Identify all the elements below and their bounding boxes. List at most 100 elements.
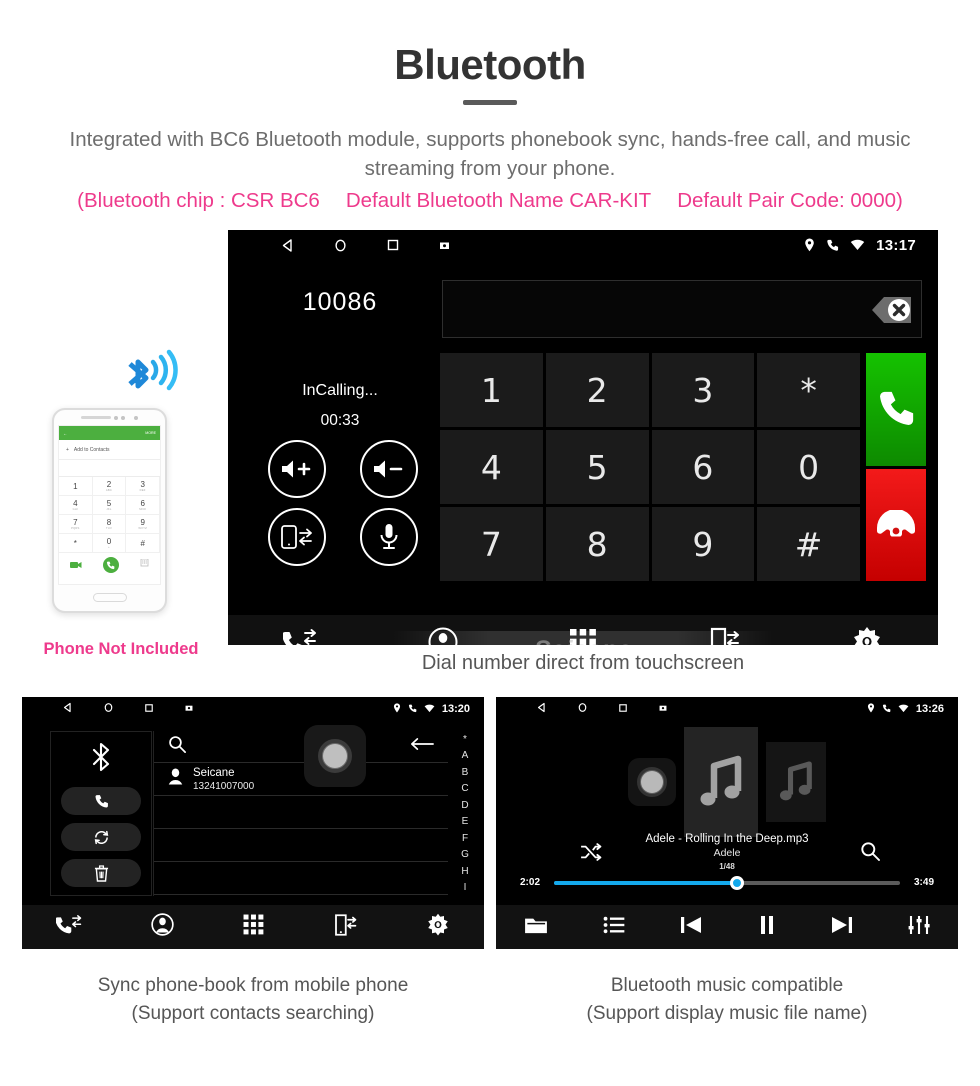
clock: 13:26 xyxy=(915,703,944,715)
bluetooth-icon[interactable] xyxy=(88,742,114,777)
equalizer-icon[interactable] xyxy=(908,915,930,940)
phone-key[interactable]: * xyxy=(59,534,93,553)
contacts-delete-button[interactable] xyxy=(61,859,141,887)
album-art-next[interactable] xyxy=(766,742,826,822)
home-icon[interactable] xyxy=(577,700,588,718)
key-7[interactable]: 7 xyxy=(440,507,543,581)
alpha-index-item[interactable]: I xyxy=(464,882,467,893)
key-4[interactable]: 4 xyxy=(440,430,543,504)
progress-bar[interactable] xyxy=(554,875,900,890)
key-1[interactable]: 1 xyxy=(440,353,543,427)
hangup-button[interactable] xyxy=(866,468,926,581)
phone-key[interactable]: 1 xyxy=(59,477,93,496)
phone-key[interactable]: 7 PQRS xyxy=(59,515,93,534)
phone-key[interactable]: 2 ABC xyxy=(92,477,127,496)
key-2[interactable]: 2 xyxy=(545,353,649,427)
call-button[interactable] xyxy=(866,353,926,466)
phone-number-field[interactable] xyxy=(59,460,160,477)
search-icon[interactable] xyxy=(860,841,880,866)
previous-icon[interactable] xyxy=(680,915,702,940)
phone-key[interactable]: 5 JKL xyxy=(92,496,127,515)
phone-key[interactable]: # xyxy=(126,534,160,553)
recents-icon[interactable] xyxy=(386,238,400,252)
key-star[interactable]: * xyxy=(757,353,860,427)
tab-call-history[interactable] xyxy=(55,914,82,941)
contact-list-item[interactable] xyxy=(154,829,448,862)
key-9[interactable]: 9 xyxy=(651,507,755,581)
volume-down-icon[interactable] xyxy=(360,440,418,498)
playlist-icon[interactable] xyxy=(603,916,625,939)
home-icon[interactable] xyxy=(333,238,348,253)
phone-key[interactable]: 0 + xyxy=(92,534,127,553)
contacts-search-bar[interactable] xyxy=(154,725,448,787)
phone-key[interactable]: 3 DEF xyxy=(126,477,160,496)
key-0[interactable]: 0 xyxy=(757,430,860,504)
screenshot-icon[interactable] xyxy=(438,239,451,252)
phone-key[interactable]: 8 TUV xyxy=(92,515,127,534)
tab-contacts[interactable] xyxy=(428,627,458,645)
alpha-index-item[interactable]: D xyxy=(461,800,468,811)
phone-key[interactable]: 6 MNO xyxy=(126,496,160,515)
album-art-current[interactable] xyxy=(684,727,758,837)
phone-key[interactable]: 9 WXYZ xyxy=(126,515,160,534)
key-8[interactable]: 8 xyxy=(545,507,649,581)
key-3[interactable]: 3 xyxy=(651,353,755,427)
phone-call-button[interactable] xyxy=(102,557,119,573)
phone-add-to-contacts[interactable]: + Add to Contacts xyxy=(59,440,160,460)
phone-keypad[interactable]: 1 2 ABC 3 DEF 4 GHI 5 JKL 6 MNO 7 PQRS 8 TUV 9W… xyxy=(59,477,160,553)
back-arrow-icon[interactable] xyxy=(410,737,434,756)
phone-home-button[interactable] xyxy=(54,585,165,609)
alpha-index-item[interactable]: A xyxy=(462,750,469,761)
tab-keypad[interactable] xyxy=(568,627,598,646)
backspace-delete-icon[interactable] xyxy=(855,290,913,335)
tab-call-history[interactable] xyxy=(282,628,317,645)
alpha-index-item[interactable]: H xyxy=(461,866,468,877)
alpha-index-item[interactable]: C xyxy=(461,783,468,794)
phone-key[interactable]: 4 GHI xyxy=(59,496,93,515)
alpha-index[interactable]: * A B C D E F G H I xyxy=(454,731,476,896)
alpha-index-item[interactable]: E xyxy=(462,816,469,827)
number-input[interactable] xyxy=(442,280,922,338)
contacts-sync-button[interactable] xyxy=(61,823,141,851)
alpha-index-item[interactable]: * xyxy=(463,734,467,745)
tab-phone-link[interactable] xyxy=(708,626,740,645)
tab-contacts[interactable] xyxy=(150,913,174,941)
tab-settings[interactable] xyxy=(426,913,450,942)
contact-list-item[interactable]: Seicane 13241007000 xyxy=(154,763,448,796)
back-icon[interactable] xyxy=(536,700,547,718)
search-icon[interactable] xyxy=(168,735,186,758)
phone-back-icon[interactable]: ← xyxy=(63,431,67,436)
screenshot-icon[interactable] xyxy=(184,700,194,718)
shuffle-icon[interactable] xyxy=(580,843,602,866)
phone-more-button[interactable]: MORE xyxy=(145,431,156,435)
tab-keypad[interactable] xyxy=(242,913,265,941)
recents-icon[interactable] xyxy=(618,700,628,718)
home-icon[interactable] xyxy=(103,700,114,718)
key-hash[interactable]: # xyxy=(757,507,860,581)
tab-phone-link[interactable] xyxy=(333,913,357,942)
back-icon[interactable] xyxy=(280,238,295,253)
phone-keypad-toggle-icon[interactable] xyxy=(140,556,149,574)
dial-keypad[interactable]: 1 2 3 * 4 5 6 0 7 8 9 # xyxy=(440,353,860,581)
transfer-to-phone-icon[interactable] xyxy=(268,508,326,566)
tab-settings[interactable] xyxy=(851,626,883,645)
contact-list-item[interactable] xyxy=(154,862,448,895)
key-6[interactable]: 6 xyxy=(651,430,755,504)
folder-icon[interactable] xyxy=(524,915,548,940)
seek-bar-row[interactable]: 2:02 3:49 xyxy=(496,875,958,890)
key-5[interactable]: 5 xyxy=(545,430,649,504)
video-call-icon[interactable] xyxy=(69,556,82,574)
pause-icon[interactable] xyxy=(758,915,776,940)
screenshot-icon[interactable] xyxy=(658,700,668,718)
microphone-mute-icon[interactable] xyxy=(360,508,418,566)
contacts-call-button[interactable] xyxy=(61,787,141,815)
alpha-index-item[interactable]: G xyxy=(461,849,469,860)
back-icon[interactable] xyxy=(62,700,73,718)
alpha-index-item[interactable]: F xyxy=(462,833,468,844)
contact-list-item[interactable] xyxy=(154,796,448,829)
progress-handle[interactable] xyxy=(730,875,745,890)
alpha-index-item[interactable]: B xyxy=(462,767,469,778)
volume-up-icon[interactable] xyxy=(268,440,326,498)
next-icon[interactable] xyxy=(831,915,853,940)
recents-icon[interactable] xyxy=(144,700,154,718)
